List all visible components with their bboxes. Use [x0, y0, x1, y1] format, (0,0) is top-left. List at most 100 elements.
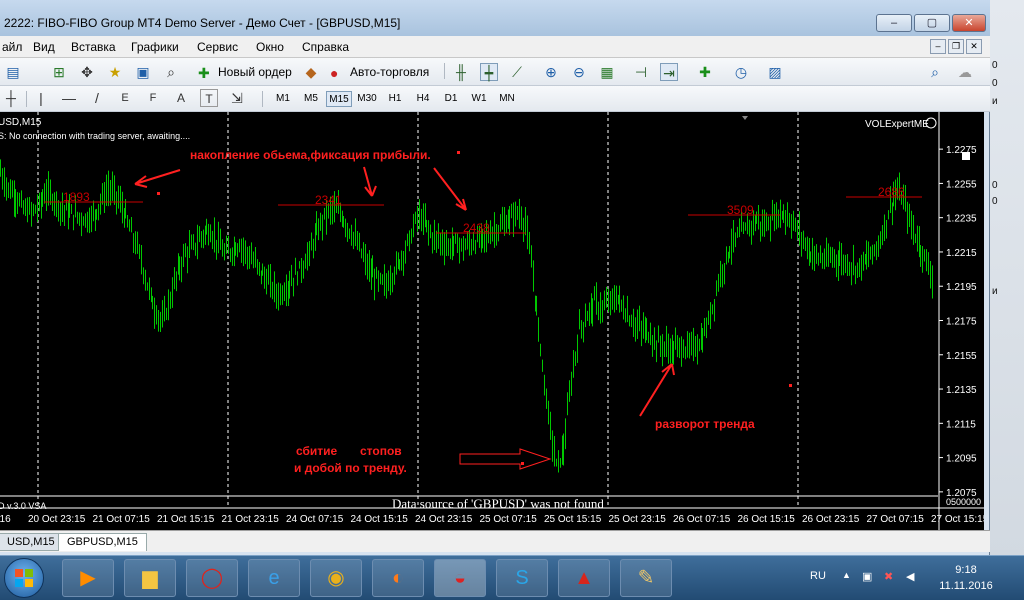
fibo-terminal-icon[interactable]: ◒ [434, 559, 486, 597]
windows-logo-icon [15, 569, 33, 587]
templates-icon[interactable]: ▨ [766, 63, 784, 81]
menu-charts[interactable]: Графики [131, 40, 179, 54]
skype-icon[interactable]: S [496, 559, 548, 597]
chart-shift-marker-icon [742, 116, 748, 120]
internet-explorer-icon[interactable]: e [248, 559, 300, 597]
menu-tools[interactable]: Сервис [197, 40, 238, 54]
tile-windows-icon[interactable]: ▦ [598, 63, 616, 81]
volume-level-label: 3509 [727, 203, 754, 217]
chart-area[interactable]: 1.2275 1.2255 1.2235 1.2215 1.2195 1.2175 1.21… [0, 112, 984, 530]
tf-mn[interactable]: MN [494, 91, 520, 107]
price-tick-label: 1.2155 [946, 351, 977, 362]
annotation-dot [157, 192, 160, 195]
chrome-icon[interactable]: ◉ [310, 559, 362, 597]
chart-shift-icon[interactable]: ⊣ [632, 63, 650, 81]
menu-window[interactable]: Окно [256, 40, 284, 54]
equidistant-channel-tool[interactable]: E [116, 89, 134, 107]
price-tick-label: 1.2195 [946, 282, 977, 293]
chart-restore-button[interactable]: ❐ [948, 39, 964, 54]
trendline-tool[interactable]: / [88, 89, 106, 107]
text-tool[interactable]: A [172, 89, 190, 107]
tf-m1[interactable]: M1 [270, 91, 296, 107]
bar-chart-icon[interactable]: ╫ [452, 63, 470, 81]
opera-icon[interactable]: ◯ [186, 559, 238, 597]
language-indicator[interactable]: RU [810, 570, 826, 582]
annotation-arrow [134, 169, 181, 188]
maximize-button[interactable]: ▢ [914, 14, 950, 32]
text-label-tool[interactable]: T [200, 89, 218, 107]
auto-trading-button[interactable]: ● Авто-торговля [328, 62, 436, 82]
title-bar[interactable]: 2222: FIBO-FIBO Group MT4 Demo Server - … [0, 0, 990, 36]
annotation-dot [789, 384, 792, 387]
menu-help[interactable]: Справка [302, 40, 349, 54]
auto-scroll-icon[interactable]: ⇥ [660, 63, 678, 81]
zoom-in-icon[interactable]: ⊕ [542, 63, 560, 81]
time-tick-label: 26 Oct 23:15 [802, 514, 860, 525]
app-window: 2222: FIBO-FIBO Group MT4 Demo Server - … [0, 0, 990, 560]
minimize-button[interactable]: – [876, 14, 912, 32]
terminal-icon[interactable]: ▣ [134, 63, 152, 81]
close-button[interactable]: ✕ [952, 14, 986, 32]
tab-gbpusd-m15[interactable]: GBPUSD,M15 [58, 533, 147, 551]
media-player-icon[interactable]: ▶ [62, 559, 114, 597]
tf-m15[interactable]: M15 [326, 91, 352, 107]
favorites-icon[interactable]: ★ [106, 63, 124, 81]
menu-file[interactable]: айл [2, 40, 22, 54]
tf-m30[interactable]: M30 [354, 91, 380, 107]
tf-w1[interactable]: W1 [466, 91, 492, 107]
fibonacci-tool[interactable]: F [144, 89, 162, 107]
new-chart-icon[interactable]: ▤ [4, 63, 22, 81]
crosshair-icon[interactable]: ✥ [78, 63, 96, 81]
desktop-text-fragment: 0 [992, 196, 998, 207]
clock-date: 11.11.2016 [939, 580, 993, 592]
desktop-text-fragment: и [992, 286, 998, 297]
line-chart-icon[interactable]: ⟋ [508, 63, 526, 81]
volume-icon[interactable]: ◀ [906, 570, 914, 583]
cursor-crosshair-icon[interactable]: ┼ [2, 89, 20, 107]
current-price-marker [962, 152, 970, 160]
price-tick-label: 1.2255 [946, 179, 977, 190]
arrows-icon[interactable]: ⇲ [228, 89, 246, 107]
tf-d1[interactable]: D1 [438, 91, 464, 107]
price-chart[interactable]: 1.2275 1.2255 1.2235 1.2215 1.2195 1.2175 1.21… [0, 112, 984, 530]
time-tick-label: 21 Oct 15:15 [157, 514, 215, 525]
volume-level-label: 2341 [315, 193, 342, 207]
time-tick-label: 27 Oct 15:15 [931, 514, 984, 525]
accumulation-annotation: накопление обьема,фиксация прибыли. [190, 148, 431, 162]
periods-icon[interactable]: ◷ [732, 63, 750, 81]
paint-icon[interactable]: ✎ [620, 559, 672, 597]
chart-minimize-button[interactable]: – [930, 39, 946, 54]
menu-insert[interactable]: Вставка [71, 40, 116, 54]
chart-close-button[interactable]: ✕ [966, 39, 982, 54]
candlestick-icon[interactable]: ┿ [480, 63, 498, 81]
time-tick-label: 25 Oct 15:15 [544, 514, 602, 525]
price-tick-label: 1.2135 [946, 385, 977, 396]
tf-m5[interactable]: M5 [298, 91, 324, 107]
tray-expand-icon[interactable]: ▲ [842, 570, 851, 580]
time-tick-label: 25 Oct 23:15 [609, 514, 667, 525]
vertical-line-tool[interactable]: | [32, 89, 50, 107]
tray-app-icon[interactable]: ▣ [862, 570, 872, 583]
tf-h4[interactable]: H4 [410, 91, 436, 107]
network-icon[interactable]: ✖ [884, 570, 893, 583]
volume-scale-label: 0500000 [946, 497, 981, 507]
market-watch-icon[interactable]: ⊞ [50, 63, 68, 81]
system-clock[interactable]: 9:18 11.11.2016 [938, 562, 994, 594]
firefox-icon[interactable]: ◐ [372, 559, 424, 597]
search-icon[interactable]: ⌕ [926, 63, 944, 81]
tf-h1[interactable]: H1 [382, 91, 408, 107]
tester-icon[interactable]: ⌕ [162, 63, 180, 81]
file-explorer-icon[interactable]: ▆ [124, 559, 176, 597]
new-order-button[interactable]: ✚ Новый ордер [196, 62, 294, 82]
zoom-out-icon[interactable]: ⊖ [570, 63, 588, 81]
volume-level-label: 2686 [878, 185, 905, 199]
indicators-icon[interactable]: ✚ [696, 63, 714, 81]
metaeditor-icon[interactable]: ◆ [302, 63, 320, 81]
volume-level-label: 2438 [463, 221, 490, 235]
chat-icon[interactable]: ☁ [956, 63, 974, 81]
tab-usd-m15[interactable]: USD,M15 [0, 533, 64, 551]
acrobat-icon[interactable]: ▲ [558, 559, 610, 597]
start-button[interactable] [4, 558, 44, 598]
horizontal-line-tool[interactable]: — [60, 89, 78, 107]
menu-view[interactable]: Вид [33, 40, 55, 54]
